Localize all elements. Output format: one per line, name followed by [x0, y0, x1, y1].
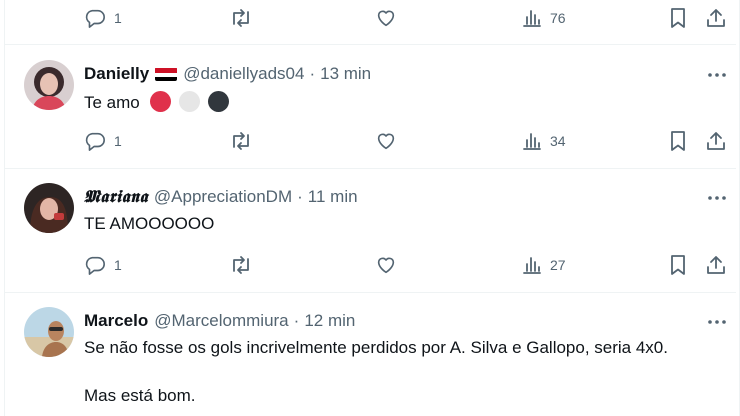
tweet-text-line: Mas está bom.	[84, 386, 196, 405]
reply-button[interactable]: 1	[84, 129, 122, 153]
share-icon	[705, 130, 727, 152]
retweet-icon	[229, 130, 253, 152]
views-count: 27	[550, 257, 566, 273]
share-icon	[705, 254, 727, 276]
reply-button[interactable]: 1	[84, 253, 122, 277]
retweet-icon	[229, 254, 253, 276]
views-button[interactable]: 27	[522, 253, 566, 277]
bookmark-button[interactable]	[668, 129, 688, 153]
like-button[interactable]	[375, 253, 397, 277]
reply-button[interactable]: 1	[84, 6, 122, 30]
white-circle-emoji	[179, 91, 201, 112]
retweet-button[interactable]	[229, 6, 253, 30]
views-count: 34	[550, 133, 566, 149]
views-icon	[522, 8, 542, 28]
reply-icon	[84, 130, 106, 152]
views-count: 76	[550, 10, 566, 26]
display-name[interactable]: Danielly	[84, 64, 149, 84]
bookmark-icon	[668, 254, 688, 276]
reply-count: 1	[114, 10, 122, 26]
views-icon	[522, 255, 542, 275]
tweet-divider	[4, 168, 736, 169]
bookmark-icon	[668, 7, 688, 29]
tweet-divider	[4, 292, 736, 293]
tweet-text-line: Se não fosse os gols incrivelmente perdi…	[84, 338, 668, 357]
tweet-text-content: Te amo	[84, 93, 140, 112]
user-handle[interactable]: @Marcelommiura	[154, 311, 288, 331]
heart-icon	[375, 254, 397, 276]
like-button[interactable]	[375, 6, 397, 30]
views-button[interactable]: 76	[522, 6, 566, 30]
display-name[interactable]: Marcelo	[84, 311, 148, 331]
share-button[interactable]	[705, 6, 727, 30]
avatar[interactable]	[24, 60, 74, 110]
like-button[interactable]	[375, 129, 397, 153]
avatar[interactable]	[24, 307, 74, 357]
timestamp[interactable]: 11 min	[308, 187, 358, 207]
avatar[interactable]	[24, 183, 74, 233]
retweet-icon	[229, 7, 253, 29]
heart-icon	[375, 7, 397, 29]
more-button[interactable]	[704, 186, 730, 206]
separator-dot: ·	[297, 187, 303, 206]
red-circle-emoji	[150, 91, 172, 112]
reply-icon	[84, 7, 106, 29]
retweet-button[interactable]	[229, 253, 253, 277]
views-button[interactable]: 34	[522, 129, 566, 153]
reply-count: 1	[114, 257, 122, 273]
tweet-text: TE AMOOOOOO	[84, 214, 215, 233]
share-button[interactable]	[705, 129, 727, 153]
separator-dot: ·	[309, 64, 316, 83]
tweet-header: Marcelo @Marcelommiura · 12 min	[84, 310, 355, 332]
timestamp[interactable]: 13 min	[320, 64, 371, 84]
tweet-header: 𝕸𝖆𝖗𝖎𝖆𝖓𝖆 @AppreciationDM · 11 min	[84, 186, 358, 208]
bookmark-button[interactable]	[668, 6, 688, 30]
flag-icon	[155, 67, 178, 81]
tweet-text: Te amo	[84, 91, 229, 113]
share-icon	[705, 7, 727, 29]
column-border-left	[4, 0, 5, 416]
bookmark-icon	[668, 130, 688, 152]
more-icon	[708, 187, 726, 205]
views-icon	[522, 131, 542, 151]
bookmark-button[interactable]	[668, 253, 688, 277]
user-handle[interactable]: @AppreciationDM	[154, 187, 292, 207]
retweet-button[interactable]	[229, 129, 253, 153]
heart-icon	[375, 130, 397, 152]
display-name[interactable]: 𝕸𝖆𝖗𝖎𝖆𝖓𝖆	[84, 187, 148, 207]
timestamp[interactable]: 12 min	[304, 311, 355, 331]
more-icon	[708, 64, 726, 82]
separator-dot: ·	[293, 311, 300, 330]
more-button[interactable]	[704, 63, 730, 83]
user-handle[interactable]: @daniellyads04	[183, 64, 304, 84]
tweet-divider	[4, 44, 736, 45]
tweet-header: Danielly @daniellyads04 · 13 min	[84, 63, 371, 85]
timeline-feed: 1 76 Danielly @daniellyads04 · 13 min Te…	[0, 0, 740, 416]
reply-count: 1	[114, 133, 122, 149]
share-button[interactable]	[705, 253, 727, 277]
reply-icon	[84, 254, 106, 276]
more-button[interactable]	[704, 310, 730, 330]
more-icon	[708, 311, 726, 329]
black-circle-emoji	[207, 91, 229, 112]
